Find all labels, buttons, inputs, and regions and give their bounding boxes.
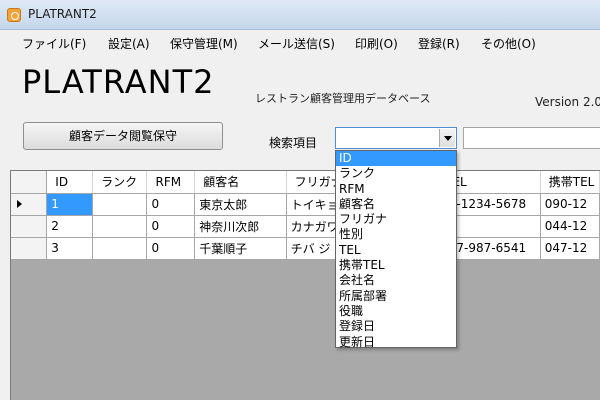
window-title: PLATRANT2: [28, 7, 97, 21]
row-pointer-icon: [17, 200, 22, 208]
search-field-label: 検索項目: [269, 136, 318, 150]
dropdown-option-updated-date[interactable]: 更新日: [336, 335, 456, 350]
customer-grid[interactable]: ID ランク RFM 顧客名 フリガナ 性別 TEL 携帯TEL 1 0 東京太…: [10, 170, 600, 400]
dropdown-option-id[interactable]: ID: [336, 151, 456, 167]
cell-name[interactable]: 千葉順子: [194, 237, 287, 260]
column-header-rank[interactable]: ランク: [92, 171, 148, 194]
dropdown-option-tel[interactable]: TEL: [336, 243, 456, 258]
row-header[interactable]: [11, 215, 48, 238]
menu-maintenance[interactable]: 保守管理(M): [170, 35, 238, 52]
row-header[interactable]: [11, 193, 48, 216]
menu-send-mail[interactable]: メール送信(S): [258, 35, 335, 52]
dropdown-option-furigana[interactable]: フリガナ: [336, 212, 456, 227]
dropdown-option-position[interactable]: 役職: [336, 304, 456, 319]
customer-table: ID ランク RFM 顧客名 フリガナ 性別 TEL 携帯TEL 1 0 東京太…: [11, 171, 600, 260]
dropdown-option-rank[interactable]: ランク: [336, 166, 456, 181]
cell-rank[interactable]: [92, 193, 148, 216]
title-bar: PLATRANT2: [0, 0, 600, 30]
cell-name[interactable]: 神奈川次郎: [194, 215, 287, 238]
app-logo: PLATRANT2: [22, 63, 215, 101]
cell-mobile[interactable]: 047-12: [540, 237, 600, 260]
table-row[interactable]: 2 0 神奈川次郎 カナガワ 044-12: [11, 215, 600, 238]
cell-rfm[interactable]: 0: [146, 193, 196, 216]
cell-rfm[interactable]: 0: [146, 215, 196, 238]
cell-id[interactable]: 1: [46, 193, 94, 216]
app-subtitle: レストラン顧客管理用データベース: [255, 92, 431, 105]
cell-mobile[interactable]: 090-12: [540, 193, 600, 216]
dropdown-option-gender[interactable]: 性別: [336, 227, 456, 242]
cell-id[interactable]: 2: [46, 215, 94, 238]
search-input[interactable]: [463, 127, 600, 149]
customer-browse-button[interactable]: 顧客データ閲覧保守: [23, 122, 223, 150]
column-header-id[interactable]: ID: [46, 171, 94, 194]
cell-id[interactable]: 3: [46, 237, 94, 260]
table-row[interactable]: 1 0 東京太郎 トイキョ 03-1234-5678 090-12: [11, 193, 600, 216]
dropdown-option-registered-date[interactable]: 登録日: [336, 319, 456, 334]
column-header-name[interactable]: 顧客名: [194, 171, 287, 194]
cell-mobile[interactable]: 044-12: [540, 215, 600, 238]
table-row[interactable]: 3 0 千葉順子 チバ ジ 047-987-6541 047-12: [11, 237, 600, 260]
chevron-down-icon[interactable]: [439, 129, 455, 147]
dropdown-option-rfm[interactable]: RFM: [336, 182, 456, 197]
search-field-dropdown[interactable]: ID ランク RFM 顧客名 フリガナ 性別 TEL 携帯TEL 会社名 所属部…: [335, 150, 457, 350]
dropdown-option-name[interactable]: 顧客名: [336, 197, 456, 212]
menu-settings[interactable]: 設定(A): [108, 35, 150, 52]
cell-name[interactable]: 東京太郎: [194, 193, 287, 216]
menu-file[interactable]: ファイル(F): [22, 35, 86, 52]
dropdown-option-department[interactable]: 所属部署: [336, 289, 456, 304]
column-header-mobile[interactable]: 携帯TEL: [540, 171, 600, 194]
app-icon: [7, 8, 21, 22]
menu-bar: ファイル(F) 設定(A) 保守管理(M) メール送信(S) 印刷(O) 登録(…: [0, 30, 600, 54]
menu-print[interactable]: 印刷(O): [355, 35, 398, 52]
cell-rank[interactable]: [92, 215, 148, 238]
menu-register[interactable]: 登録(R): [418, 35, 460, 52]
search-field-select[interactable]: [335, 127, 457, 149]
cell-rfm[interactable]: 0: [146, 237, 196, 260]
dropdown-option-mobile-tel[interactable]: 携帯TEL: [336, 258, 456, 273]
dropdown-option-company[interactable]: 会社名: [336, 273, 456, 288]
menu-other[interactable]: その他(O): [481, 35, 536, 52]
row-header-corner: [11, 171, 48, 194]
cell-rank[interactable]: [92, 237, 148, 260]
row-header[interactable]: [11, 237, 48, 260]
column-header-rfm[interactable]: RFM: [146, 171, 196, 194]
version-label: Version 2.0.: [535, 95, 600, 109]
